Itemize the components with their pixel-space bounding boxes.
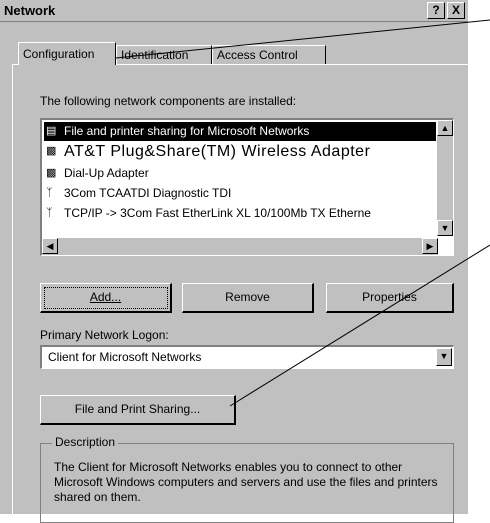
list-item-label: Dial-Up Adapter — [64, 166, 149, 180]
scroll-right-arrow-icon[interactable]: ▶ — [422, 238, 438, 254]
list-item[interactable]: ▤ File and printer sharing for Microsoft… — [44, 122, 436, 141]
list-item-label: TCP/IP -> 3Com Fast EtherLink XL 10/100M… — [64, 206, 371, 220]
primary-logon-select[interactable]: Client for Microsoft Networks ▼ — [40, 345, 454, 369]
list-item[interactable]: ▩ Dial-Up Adapter — [44, 164, 436, 183]
description-legend: Description — [52, 435, 119, 449]
list-item[interactable]: ᛉ 3Com TCAATDI Diagnostic TDI — [44, 184, 436, 203]
scroll-down-arrow-icon[interactable]: ▼ — [437, 220, 453, 236]
tab-configuration[interactable]: Configuration — [18, 42, 116, 65]
service-icon: ▤ — [46, 125, 57, 137]
list-item-label: 3Com TCAATDI Diagnostic TDI — [64, 186, 232, 200]
scroll-left-arrow-icon[interactable]: ◀ — [42, 238, 58, 254]
dialog-title: Network — [4, 3, 56, 18]
horizontal-scrollbar[interactable]: ◀ ▶ — [42, 238, 438, 255]
close-button[interactable]: X — [447, 2, 465, 19]
list-item[interactable]: ▩ AT&T Plug&Share(TM) Wireless Adapter — [44, 142, 436, 161]
primary-logon-value: Client for Microsoft Networks — [48, 350, 202, 364]
title-bar[interactable]: Network ? X — [0, 0, 468, 22]
components-heading: The following network components are ins… — [40, 94, 297, 108]
network-dialog: Network ? X Configuration Identification… — [0, 0, 468, 523]
protocol-icon: ᛉ — [46, 207, 53, 219]
properties-button[interactable]: Properties — [326, 283, 454, 313]
list-item-label: File and printer sharing for Microsoft N… — [64, 124, 310, 138]
remove-button[interactable]: Remove — [182, 283, 314, 313]
vertical-scrollbar[interactable]: ▲ ▼ — [437, 120, 453, 236]
list-item-label: AT&T Plug&Share(TM) Wireless Adapter — [64, 143, 371, 160]
tab-access-control[interactable]: Access Control — [212, 45, 326, 65]
tab-identification[interactable]: Identification — [116, 45, 212, 65]
scroll-up-arrow-icon[interactable]: ▲ — [437, 120, 453, 136]
adapter-icon: ▩ — [46, 167, 57, 179]
description-text: The Client for Microsoft Networks enable… — [54, 460, 438, 504]
components-list[interactable]: ▤ File and printer sharing for Microsoft… — [40, 118, 454, 256]
adapter-icon: ▩ — [46, 145, 57, 157]
primary-logon-label: Primary Network Logon: — [40, 328, 169, 342]
protocol-icon: ᛉ — [46, 187, 53, 199]
add-button[interactable]: Add... — [40, 283, 172, 313]
list-item[interactable]: ᛉ TCP/IP -> 3Com Fast EtherLink XL 10/10… — [44, 204, 436, 223]
help-button[interactable]: ? — [427, 2, 445, 19]
file-print-sharing-button[interactable]: File and Print Sharing... — [40, 395, 236, 425]
chevron-down-icon[interactable]: ▼ — [436, 348, 452, 366]
